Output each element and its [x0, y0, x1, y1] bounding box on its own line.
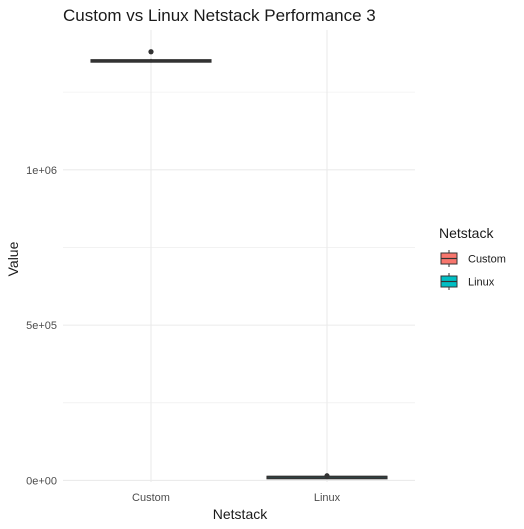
legend-item-linux: Linux [440, 273, 495, 290]
x-tick-label: Custom [132, 492, 170, 504]
legend-label: Custom [468, 254, 506, 266]
boxplots [90, 49, 388, 480]
y-axis-title: Value [5, 241, 21, 276]
x-tick-label: Linux [314, 492, 341, 504]
boxplot-outlier [148, 49, 154, 55]
legend-title: Netstack [439, 225, 494, 241]
legend-item-custom: Custom [440, 250, 506, 267]
y-axis-ticks: 0e+00 5e+05 1e+06 [26, 165, 57, 488]
x-axis-title: Netstack [213, 506, 268, 522]
y-tick-label: 5e+05 [26, 320, 57, 332]
chart: Custom vs Linux Netstack Performance 3 0… [5, 6, 506, 522]
legend-label: Linux [468, 277, 495, 289]
y-tick-label: 1e+06 [26, 165, 57, 177]
boxplot-outlier [324, 473, 330, 479]
x-axis-ticks: Custom Linux [132, 492, 341, 504]
y-tick-label: 0e+00 [26, 475, 57, 487]
chart-title: Custom vs Linux Netstack Performance 3 [63, 6, 376, 25]
boxplot-linux [266, 473, 388, 480]
legend: Netstack Custom Linux [439, 225, 506, 290]
grid [63, 30, 415, 482]
